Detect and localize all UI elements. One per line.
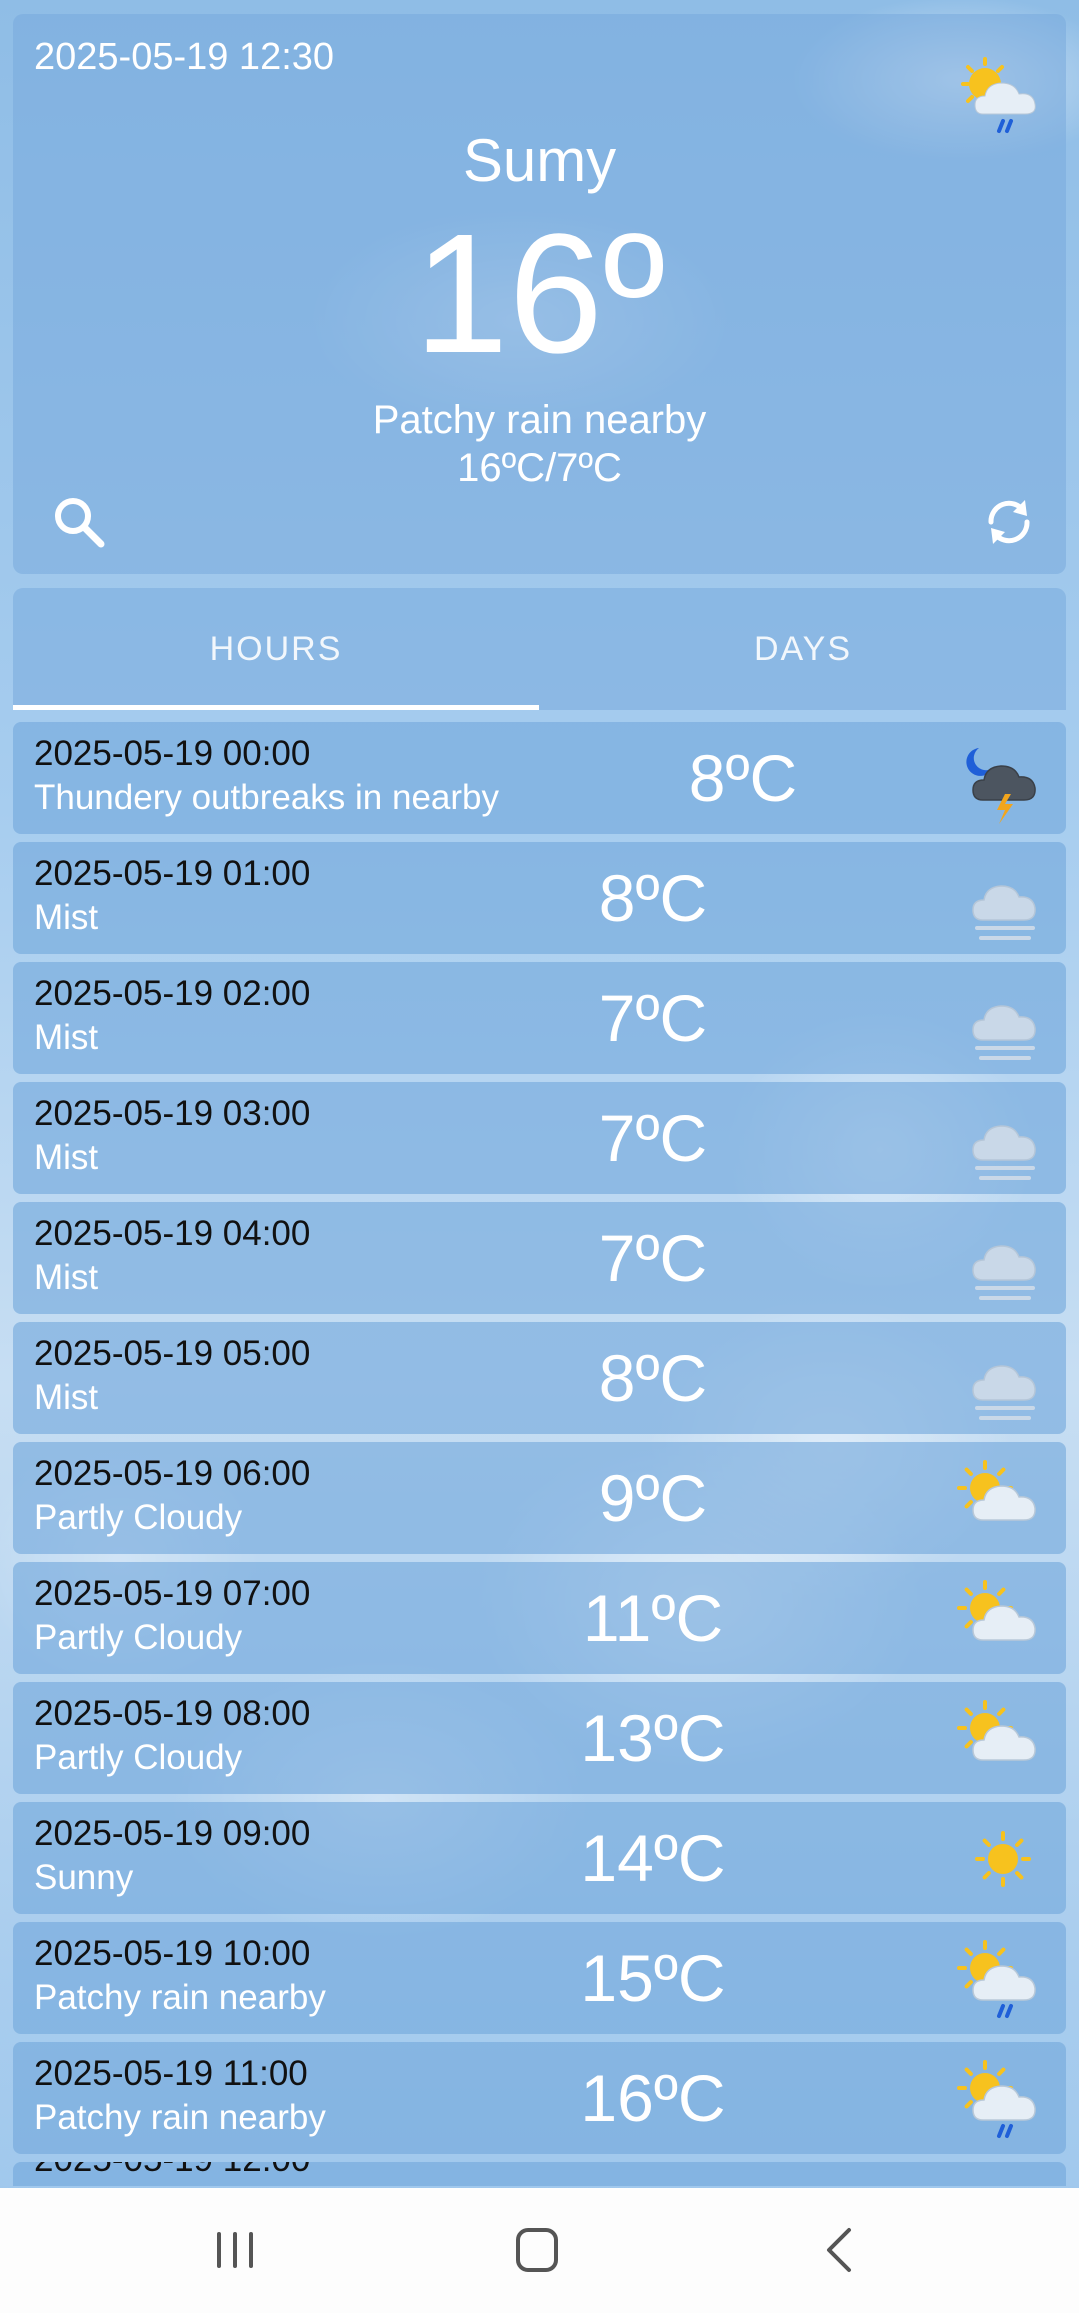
home-icon	[516, 2228, 558, 2272]
list-item[interactable]: 2025-05-19 11:00 Patchy rain nearby 16ºC	[13, 2042, 1066, 2154]
search-icon	[55, 498, 105, 548]
hour-temperature: 7ºC	[598, 1101, 708, 1175]
hour-description: Mist	[34, 1138, 99, 1177]
hour-datetime: 2025-05-19 06:00	[34, 1454, 311, 1493]
recents-button[interactable]	[200, 2218, 270, 2282]
list-item[interactable]: 2025-05-19 04:00 Mist 7ºC	[13, 1202, 1066, 1314]
hour-description: Sunny	[34, 1858, 134, 1897]
back-button[interactable]	[805, 2218, 875, 2282]
partly-cloudy-icon	[953, 1454, 1053, 1544]
hour-temperature: 15ºC	[580, 1941, 726, 2015]
hour-description: Mist	[34, 1018, 99, 1057]
mist-icon	[953, 854, 1053, 944]
home-button[interactable]	[502, 2218, 572, 2282]
hour-datetime: 2025-05-19 05:00	[34, 1334, 311, 1373]
list-item[interactable]: 2025-05-19 07:00 Partly Cloudy 11ºC	[13, 1562, 1066, 1674]
active-tab-indicator	[13, 705, 539, 710]
list-item[interactable]: 2025-05-19 03:00 Mist 7ºC	[13, 1082, 1066, 1194]
list-item[interactable]: 2025-05-19 10:00 Patchy rain nearby 15ºC	[13, 1922, 1066, 2034]
hour-description: Patchy rain nearby	[34, 1978, 326, 2017]
search-button[interactable]	[49, 492, 109, 552]
hour-description: Mist	[34, 1378, 99, 1417]
current-datetime: 2025-05-19 12:30	[34, 36, 335, 78]
hour-datetime: 2025-05-19 03:00	[34, 1094, 311, 1133]
hour-datetime: 2025-05-19 01:00	[34, 854, 311, 893]
current-condition: Patchy rain nearby	[372, 398, 707, 442]
hour-datetime: 2025-05-19 07:00	[34, 1574, 311, 1613]
hour-datetime: 2025-05-19 02:00	[34, 974, 311, 1013]
hour-temperature: 16ºC	[580, 2061, 726, 2135]
hour-datetime: 2025-05-19 08:00	[34, 1694, 311, 1733]
refresh-button[interactable]	[979, 492, 1039, 552]
hour-temperature: 11ºC	[582, 1581, 724, 1655]
list-item[interactable]: 2025-05-19 09:00 Sunny 14ºC	[13, 1802, 1066, 1914]
hour-datetime: 2025-05-19 12:00	[34, 2162, 310, 2180]
hour-description: Thundery outbreaks in nearby	[34, 778, 499, 817]
hour-temperature: 8ºC	[688, 741, 798, 815]
refresh-icon	[988, 500, 1030, 544]
hour-datetime: 2025-05-19 09:00	[34, 1814, 311, 1853]
list-item[interactable]: 2025-05-19 02:00 Mist 7ºC	[13, 962, 1066, 1074]
hour-temperature: 8ºC	[598, 1341, 708, 1415]
hour-description: Patchy rain nearby	[34, 2098, 326, 2137]
hour-description: Mist	[34, 1258, 99, 1297]
recents-icon	[217, 2232, 253, 2268]
partly-cloudy-icon	[953, 1694, 1053, 1784]
hour-description: Mist	[34, 898, 99, 937]
hour-description: Partly Cloudy	[34, 1738, 243, 1777]
moon-thunder-cloud-icon	[953, 734, 1053, 824]
forecast-tabs: HOURS DAYS	[13, 588, 1066, 710]
min-max-temperature: 16ºC/7ºC	[457, 446, 622, 490]
tab-hours[interactable]: HOURS	[13, 588, 539, 710]
system-navigation-bar	[0, 2188, 1079, 2313]
hour-temperature: 8ºC	[598, 861, 708, 935]
mist-icon	[953, 1214, 1053, 1304]
hour-description: Partly Cloudy	[34, 1498, 243, 1537]
mist-icon	[953, 1334, 1053, 1424]
list-item[interactable]: 2025-05-19 12:00	[13, 2162, 1066, 2186]
tab-days[interactable]: DAYS	[540, 588, 1066, 710]
list-item[interactable]: 2025-05-19 01:00 Mist 8ºC	[13, 842, 1066, 954]
hour-temperature: 14ºC	[580, 1821, 726, 1895]
list-item[interactable]: 2025-05-19 00:00 Thundery outbreaks in ne…	[13, 722, 1066, 834]
hour-datetime: 2025-05-19 00:00	[34, 734, 311, 773]
current-temperature: 16º	[413, 199, 666, 389]
hour-datetime: 2025-05-19 11:00	[34, 2054, 308, 2093]
partly-cloudy-icon	[953, 1574, 1053, 1664]
sun-cloud-rain-icon	[953, 2054, 1053, 2144]
mist-icon	[953, 974, 1053, 1064]
hour-temperature: 7ºC	[598, 1221, 708, 1295]
mist-icon	[953, 1094, 1053, 1184]
hour-temperature: 13ºC	[580, 1701, 726, 1775]
hour-temperature: 9ºC	[598, 1461, 708, 1535]
hourly-forecast-list[interactable]: 2025-05-19 00:00 Thundery outbreaks in ne…	[13, 722, 1066, 2162]
sun-cloud-rain-icon	[953, 1934, 1053, 2024]
list-item[interactable]: 2025-05-19 08:00 Partly Cloudy 13ºC	[13, 1682, 1066, 1794]
list-item[interactable]: 2025-05-19 05:00 Mist 8ºC	[13, 1322, 1066, 1434]
hour-datetime: 2025-05-19 04:00	[34, 1214, 311, 1253]
list-item[interactable]: 2025-05-19 06:00 Partly Cloudy 9ºC	[13, 1442, 1066, 1554]
back-icon	[827, 2228, 851, 2272]
current-weather-card: 2025-05-19 12:30 Sumy 16º Patchy rain ne…	[13, 14, 1066, 574]
hour-datetime: 2025-05-19 10:00	[34, 1934, 311, 1973]
hour-description: Partly Cloudy	[34, 1618, 243, 1657]
city-name: Sumy	[462, 127, 617, 194]
sun-icon	[953, 1814, 1053, 1904]
hour-temperature: 7ºC	[598, 981, 708, 1055]
